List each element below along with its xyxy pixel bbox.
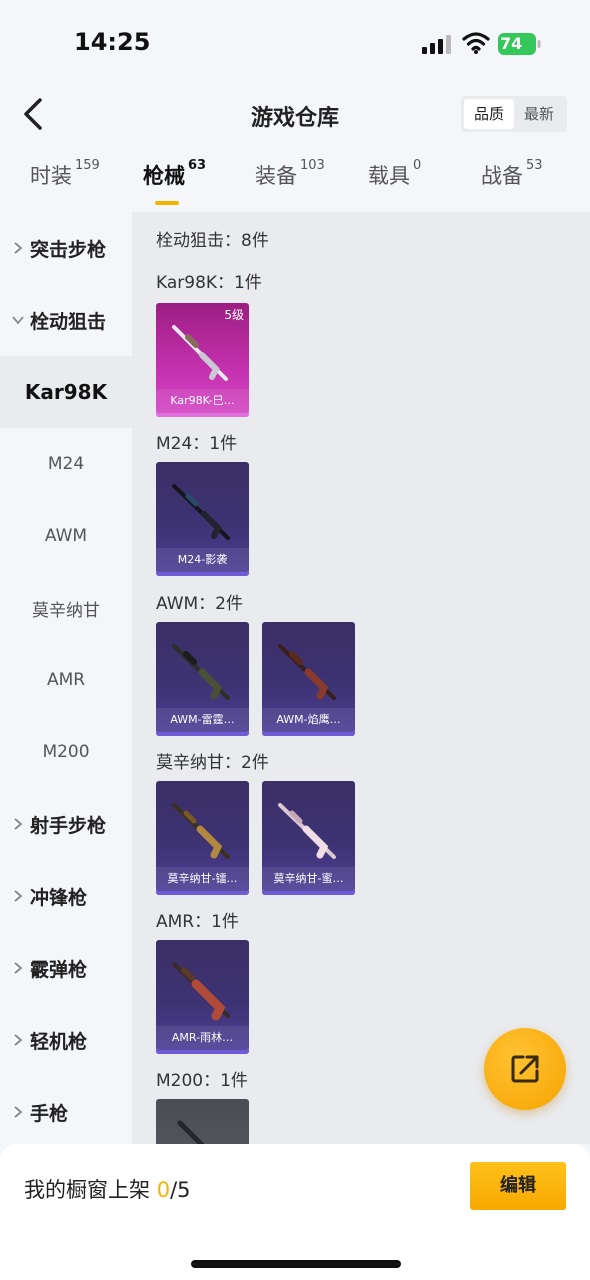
tab-label: 枪械 — [143, 164, 185, 188]
weapon-card[interactable]: AWM-雷霆… — [156, 622, 249, 736]
weapon-card[interactable]: 莫辛纳甘-蜜… — [262, 781, 355, 895]
sidebar-item-label: 射手步枪 — [30, 814, 107, 837]
weapon-card[interactable]: M24-影袭 — [156, 462, 249, 576]
sidebar-item-lmg[interactable]: 轻机枪 — [0, 1004, 132, 1076]
weapon-card[interactable]: 5级 Kar98K-巳… — [156, 303, 249, 417]
tab-vehicles[interactable]: 载具 0 — [368, 158, 422, 190]
cellular-signal-icon — [422, 35, 451, 54]
tab-label: 时装 — [30, 164, 72, 188]
sidebar-item-label: 栓动狙击 — [30, 310, 107, 333]
tab-equipment[interactable]: 装备 103 — [255, 158, 325, 190]
status-time: 14:25 — [74, 28, 151, 56]
section-title: 栓动狙击：8件 — [156, 231, 269, 251]
group-header-mosin-nagant: 莫辛纳甘：2件 — [156, 753, 269, 773]
rifle-icon — [172, 803, 230, 859]
chevron-right-icon — [14, 1106, 23, 1118]
weapon-name: 莫辛纳甘-蜜… — [262, 867, 355, 891]
tab-count: 159 — [75, 158, 100, 173]
group-header-awm: AWM：2件 — [156, 594, 243, 614]
rifle-icon — [172, 644, 230, 700]
sidebar-item-amr[interactable]: AMR — [0, 644, 132, 716]
rifle-icon — [172, 962, 230, 1021]
weapon-list: 栓动狙击：8件 Kar98K：1件 5级 Kar98K-巳… M24：1件 M2… — [132, 212, 590, 1144]
sidebar-item-mosin-nagant[interactable]: 莫辛纳甘 — [0, 572, 132, 644]
tab-active-indicator — [155, 201, 179, 205]
edit-button[interactable]: 编辑 — [470, 1162, 566, 1210]
showcase-current-count: 0 — [156, 1178, 171, 1202]
tab-supplies[interactable]: 战备 53 — [481, 158, 543, 190]
sidebar-item-label: 霰弹枪 — [30, 958, 88, 981]
weapon-name: AWM-焰鹰… — [262, 708, 355, 732]
sort-toggle: 品质 最新 — [461, 96, 567, 132]
chevron-right-icon — [14, 818, 23, 830]
group-header-kar98k: Kar98K：1件 — [156, 273, 262, 293]
tab-count: 53 — [526, 158, 543, 173]
sidebar-item-bolt-action[interactable]: 栓动狙击 — [0, 284, 132, 356]
tab-count: 103 — [300, 158, 325, 173]
rifle-icon — [172, 484, 230, 540]
share-button[interactable] — [484, 1028, 566, 1110]
sidebar-item-m24[interactable]: M24 — [0, 428, 132, 500]
tab-label: 载具 — [368, 164, 410, 188]
tab-count: 63 — [188, 158, 207, 173]
chevron-right-icon — [14, 962, 23, 974]
nav-header: 游戏仓库 品质 最新 — [0, 88, 590, 144]
chevron-down-icon — [12, 316, 24, 325]
rifle-icon — [278, 803, 336, 859]
sort-by-newest[interactable]: 最新 — [514, 99, 564, 129]
rifle-icon — [278, 644, 336, 700]
weapon-card[interactable]: AMR-雨林… — [156, 940, 249, 1054]
sidebar-item-m200[interactable]: M200 — [0, 716, 132, 788]
sidebar-item-kar98k[interactable]: Kar98K — [0, 356, 132, 428]
sidebar-item-marksman-rifle[interactable]: 射手步枪 — [0, 788, 132, 860]
tab-count: 0 — [413, 158, 422, 173]
weapon-name: 莫辛纳甘-镭… — [156, 867, 249, 891]
weapon-name: AWM-雷霆… — [156, 708, 249, 732]
group-header-m24: M24：1件 — [156, 434, 238, 454]
showcase-label-text: 我的橱窗上架 — [24, 1178, 150, 1202]
weapon-card[interactable]: 莫辛纳甘-镭… — [156, 781, 249, 895]
weapon-card[interactable]: AWM-焰鹰… — [262, 622, 355, 736]
weapon-name: Kar98K-巳… — [156, 389, 249, 413]
chevron-right-icon — [14, 1034, 23, 1046]
weapon-card[interactable] — [156, 1099, 249, 1144]
sort-by-quality[interactable]: 品质 — [464, 99, 514, 129]
sidebar-item-pistol[interactable]: 手枪 — [0, 1076, 132, 1148]
wifi-icon — [462, 32, 490, 54]
weapon-name: M24-影袭 — [156, 548, 249, 572]
sidebar-item-label: 突击步枪 — [30, 238, 107, 261]
sidebar-item-awm[interactable]: AWM — [0, 500, 132, 572]
home-indicator[interactable] — [191, 1260, 401, 1268]
showcase-total-count: /5 — [170, 1178, 191, 1202]
weapon-category-sidebar: 突击步枪 栓动狙击 Kar98K M24 AWM 莫辛纳甘 AMR M200 射… — [0, 212, 132, 1144]
chevron-right-icon — [14, 890, 23, 902]
sidebar-item-label: 手枪 — [30, 1102, 69, 1125]
showcase-label: 我的橱窗上架 0/5 — [24, 1174, 191, 1204]
sidebar-item-smg[interactable]: 冲锋枪 — [0, 860, 132, 932]
sidebar-item-assault-rifle[interactable]: 突击步枪 — [0, 212, 132, 284]
sidebar-item-label: 冲锋枪 — [30, 886, 88, 909]
tab-weapons[interactable]: 枪械 63 — [143, 158, 207, 205]
battery-level: 74 — [500, 34, 523, 53]
sidebar-item-label: 轻机枪 — [30, 1030, 88, 1053]
weapon-name: AMR-雨林… — [156, 1026, 249, 1050]
chevron-right-icon — [14, 242, 23, 254]
group-header-m200: M200：1件 — [156, 1071, 248, 1091]
sidebar-item-shotgun[interactable]: 霰弹枪 — [0, 932, 132, 1004]
battery-icon: 74 — [498, 32, 542, 56]
rifle-icon — [177, 1120, 205, 1144]
tab-outfits[interactable]: 时装 159 — [30, 158, 100, 190]
status-bar: 14:25 74 — [0, 0, 590, 90]
group-header-amr: AMR：1件 — [156, 912, 239, 932]
tab-label: 战备 — [481, 164, 523, 188]
category-tabs: 时装 159 枪械 63 装备 103 载具 0 战备 53 — [0, 158, 590, 212]
share-external-icon — [511, 1055, 539, 1083]
rifle-icon — [172, 325, 228, 381]
tab-label: 装备 — [255, 164, 297, 188]
